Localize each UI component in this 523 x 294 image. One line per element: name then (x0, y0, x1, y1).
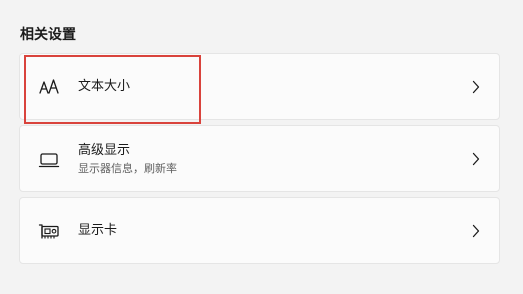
advanced-display-subtitle: 显示器信息，刷新率 (78, 162, 177, 175)
chevron-right-icon (472, 152, 480, 166)
graphics-card-icon (38, 224, 59, 239)
chevron-right-icon (472, 80, 480, 94)
advanced-display-setting[interactable]: 高级显示 显示器信息，刷新率 (19, 125, 500, 192)
text-size-icon (39, 79, 59, 94)
advanced-display-title: 高级显示 (78, 143, 131, 158)
monitor-icon (38, 153, 60, 168)
text-size-title: 文本大小 (78, 79, 131, 94)
graphics-card-setting[interactable]: 显示卡 (19, 197, 500, 264)
text-size-setting[interactable]: 文本大小 (19, 53, 500, 120)
chevron-right-icon (472, 224, 480, 238)
graphics-card-title: 显示卡 (78, 223, 118, 238)
section-title: 相关设置 (20, 27, 76, 43)
